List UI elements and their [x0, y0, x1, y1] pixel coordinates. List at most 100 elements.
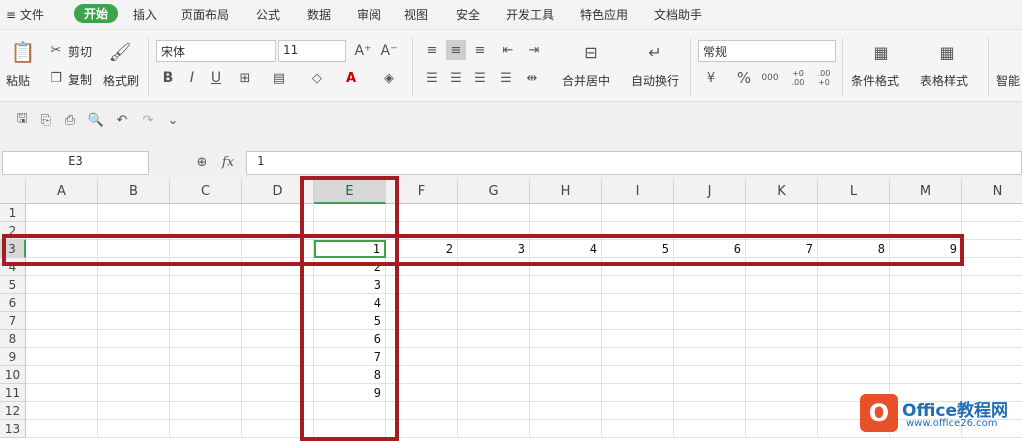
cell-D10[interactable]: [242, 366, 314, 384]
cell-A11[interactable]: [26, 384, 98, 402]
cell-K2[interactable]: [746, 222, 818, 240]
cut-button[interactable]: 剪切: [68, 43, 92, 60]
cell-K7[interactable]: [746, 312, 818, 330]
row-header-3[interactable]: 3: [0, 240, 26, 258]
copy-icon[interactable]: ❐: [48, 70, 64, 86]
cell-M4[interactable]: [890, 258, 962, 276]
cell-I5[interactable]: [602, 276, 674, 294]
cell-B4[interactable]: [98, 258, 170, 276]
cell-G11[interactable]: [458, 384, 530, 402]
cell-M6[interactable]: [890, 294, 962, 312]
cell-D8[interactable]: [242, 330, 314, 348]
border-icon[interactable]: ⊞: [234, 68, 256, 88]
align-bottom-icon[interactable]: ≡: [470, 40, 490, 60]
cell-E10[interactable]: 8: [314, 366, 386, 384]
cell-C3[interactable]: [170, 240, 242, 258]
column-header-F[interactable]: F: [386, 180, 458, 204]
cell-B9[interactable]: [98, 348, 170, 366]
cell-H10[interactable]: [530, 366, 602, 384]
cell-H8[interactable]: [530, 330, 602, 348]
cell-H11[interactable]: [530, 384, 602, 402]
cell-E4[interactable]: 2: [314, 258, 386, 276]
cell-B11[interactable]: [98, 384, 170, 402]
cell-D2[interactable]: [242, 222, 314, 240]
cell-A8[interactable]: [26, 330, 98, 348]
merge-center-icon[interactable]: ⊟: [578, 40, 604, 64]
cell-J3[interactable]: 6: [674, 240, 746, 258]
row-header-8[interactable]: 8: [0, 330, 26, 348]
cell-C5[interactable]: [170, 276, 242, 294]
cell-K10[interactable]: [746, 366, 818, 384]
row-header-4[interactable]: 4: [0, 258, 26, 276]
grow-font-button[interactable]: A⁺: [352, 41, 374, 61]
conditional-format-button[interactable]: 条件格式: [851, 72, 899, 89]
cell-D6[interactable]: [242, 294, 314, 312]
cell-M1[interactable]: [890, 204, 962, 222]
cell-H5[interactable]: [530, 276, 602, 294]
select-all-corner[interactable]: [0, 180, 26, 204]
cell-J13[interactable]: [674, 420, 746, 438]
row-header-6[interactable]: 6: [0, 294, 26, 312]
customize-icon[interactable]: ⌄: [166, 112, 180, 128]
cell-C2[interactable]: [170, 222, 242, 240]
wrap-text-icon[interactable]: ↵: [642, 40, 668, 64]
cell-H12[interactable]: [530, 402, 602, 420]
align-left-icon[interactable]: ☰: [422, 68, 442, 88]
cell-E2[interactable]: [314, 222, 386, 240]
cell-I12[interactable]: [602, 402, 674, 420]
cell-I1[interactable]: [602, 204, 674, 222]
menu-item-0[interactable]: ≡ 文件: [6, 6, 44, 23]
cell-M2[interactable]: [890, 222, 962, 240]
shrink-font-button[interactable]: A⁻: [378, 41, 400, 61]
cell-M7[interactable]: [890, 312, 962, 330]
cell-A5[interactable]: [26, 276, 98, 294]
cell-G8[interactable]: [458, 330, 530, 348]
distribute-icon[interactable]: ⇹: [522, 68, 542, 88]
cell-I13[interactable]: [602, 420, 674, 438]
justify-icon[interactable]: ☰: [496, 68, 516, 88]
font-size-select[interactable]: 11: [278, 40, 346, 62]
cell-H4[interactable]: [530, 258, 602, 276]
cell-A7[interactable]: [26, 312, 98, 330]
cell-G10[interactable]: [458, 366, 530, 384]
cell-H6[interactable]: [530, 294, 602, 312]
cell-B5[interactable]: [98, 276, 170, 294]
undo-icon[interactable]: ↶: [114, 112, 130, 128]
cell-A1[interactable]: [26, 204, 98, 222]
cell-G4[interactable]: [458, 258, 530, 276]
cell-D1[interactable]: [242, 204, 314, 222]
cell-L9[interactable]: [818, 348, 890, 366]
percent-button[interactable]: %: [734, 68, 754, 88]
row-header-1[interactable]: 1: [0, 204, 26, 222]
cell-E9[interactable]: 7: [314, 348, 386, 366]
cell-N5[interactable]: [962, 276, 1022, 294]
cell-C7[interactable]: [170, 312, 242, 330]
cell-G3[interactable]: 3: [458, 240, 530, 258]
table-style-button[interactable]: 表格样式: [920, 72, 968, 89]
save-icon[interactable]: 🖫: [14, 111, 30, 128]
row-header-13[interactable]: 13: [0, 420, 26, 438]
cell-G6[interactable]: [458, 294, 530, 312]
cell-I8[interactable]: [602, 330, 674, 348]
column-header-D[interactable]: D: [242, 180, 314, 204]
scissors-icon[interactable]: ✂: [48, 42, 64, 58]
cell-L3[interactable]: 8: [818, 240, 890, 258]
menu-item-9[interactable]: 开发工具: [506, 6, 554, 23]
cell-E7[interactable]: 5: [314, 312, 386, 330]
row-header-12[interactable]: 12: [0, 402, 26, 420]
conditional-format-icon[interactable]: ▦: [868, 40, 894, 64]
align-top-icon[interactable]: ≡: [422, 40, 442, 60]
zoom-icon[interactable]: ⊕: [194, 154, 210, 170]
number-format-select[interactable]: 常规: [698, 40, 836, 62]
cell-N1[interactable]: [962, 204, 1022, 222]
export-icon[interactable]: ⎘: [38, 112, 54, 128]
cell-N7[interactable]: [962, 312, 1022, 330]
align-middle-icon[interactable]: ≡: [446, 40, 466, 60]
column-header-A[interactable]: A: [26, 180, 98, 204]
cell-F13[interactable]: [386, 420, 458, 438]
column-header-B[interactable]: B: [98, 180, 170, 204]
cell-B2[interactable]: [98, 222, 170, 240]
cell-K1[interactable]: [746, 204, 818, 222]
cell-K12[interactable]: [746, 402, 818, 420]
cell-J9[interactable]: [674, 348, 746, 366]
